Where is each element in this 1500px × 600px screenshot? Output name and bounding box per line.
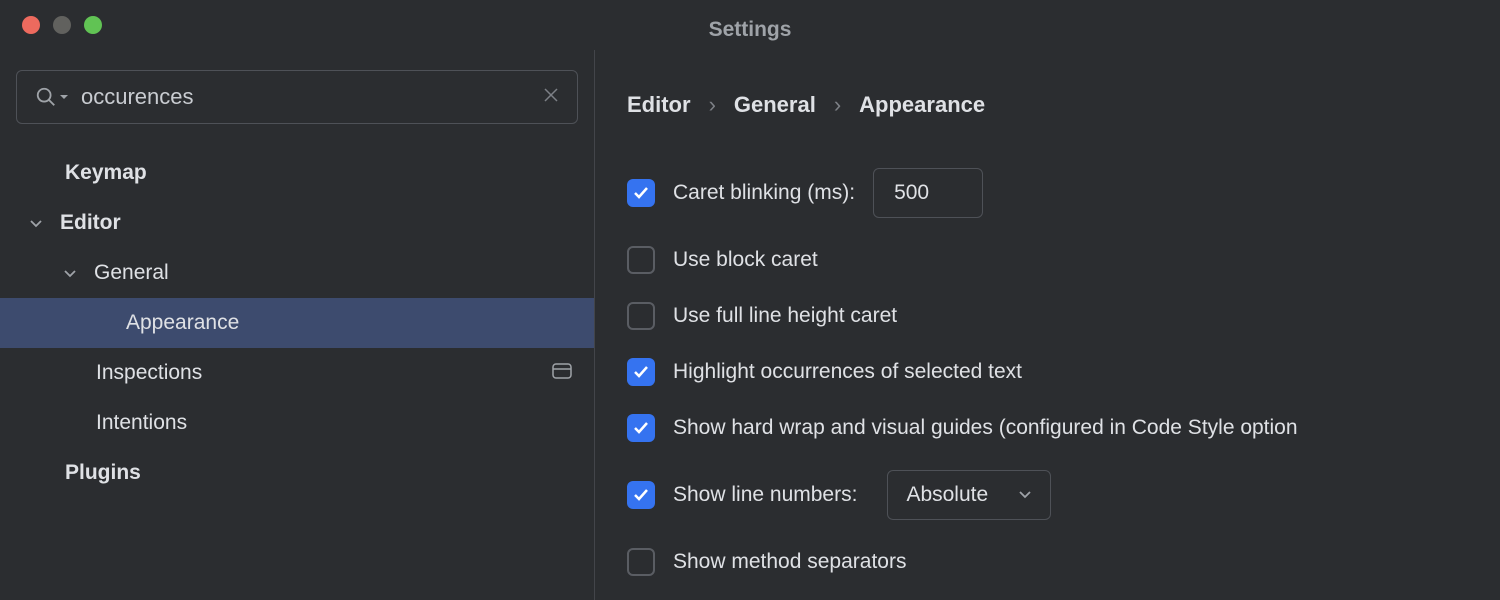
- chevron-right-icon: ›: [834, 92, 841, 118]
- breadcrumb: Editor › General › Appearance: [627, 92, 1500, 118]
- breadcrumb-appearance: Appearance: [859, 92, 985, 118]
- sidebar-item-appearance[interactable]: Appearance: [0, 298, 594, 348]
- chevron-down-icon: [62, 265, 78, 281]
- use-block-caret-label: Use block caret: [673, 248, 818, 272]
- show-method-separators-checkbox[interactable]: [627, 548, 655, 576]
- show-hard-wrap-label: Show hard wrap and visual guides (config…: [673, 416, 1298, 440]
- window-title: Settings: [709, 18, 792, 42]
- minimize-window-button[interactable]: [53, 16, 71, 34]
- settings-sidebar: Keymap Editor General Appear: [0, 50, 595, 600]
- settings-content: Editor › General › Appearance Caret blin…: [595, 50, 1500, 600]
- line-numbers-mode-value: Absolute: [906, 483, 988, 507]
- close-window-button[interactable]: [22, 16, 40, 34]
- use-full-line-caret-label: Use full line height caret: [673, 304, 897, 328]
- search-icon: [35, 86, 69, 108]
- show-line-numbers-label: Show line numbers:: [673, 483, 857, 507]
- use-block-caret-checkbox[interactable]: [627, 246, 655, 274]
- breadcrumb-editor[interactable]: Editor: [627, 92, 691, 118]
- sidebar-item-intentions[interactable]: Intentions: [0, 398, 594, 448]
- sidebar-item-inspections[interactable]: Inspections: [0, 348, 594, 398]
- search-input[interactable]: [81, 84, 543, 110]
- show-method-separators-label: Show method separators: [673, 550, 906, 574]
- sidebar-item-general[interactable]: General: [0, 248, 594, 298]
- window-controls[interactable]: [0, 16, 102, 34]
- highlight-occurrences-label: Highlight occurrences of selected text: [673, 360, 1022, 384]
- line-numbers-mode-select[interactable]: Absolute: [887, 470, 1051, 520]
- chevron-down-icon: [28, 215, 44, 231]
- sidebar-item-plugins[interactable]: Plugins: [0, 448, 594, 498]
- chevron-right-icon: ›: [709, 92, 716, 118]
- show-hard-wrap-checkbox[interactable]: [627, 414, 655, 442]
- show-line-numbers-checkbox[interactable]: [627, 481, 655, 509]
- maximize-window-button[interactable]: [84, 16, 102, 34]
- clear-search-icon[interactable]: [543, 86, 559, 109]
- settings-scope-icon: [552, 361, 572, 385]
- breadcrumb-general[interactable]: General: [734, 92, 816, 118]
- chevron-down-icon: [1018, 483, 1032, 507]
- sidebar-item-keymap[interactable]: Keymap: [0, 148, 594, 198]
- use-full-line-caret-checkbox[interactable]: [627, 302, 655, 330]
- caret-blinking-input[interactable]: [873, 168, 983, 218]
- caret-blinking-label: Caret blinking (ms):: [673, 181, 855, 205]
- caret-blinking-checkbox[interactable]: [627, 179, 655, 207]
- sidebar-item-editor[interactable]: Editor: [0, 198, 594, 248]
- highlight-occurrences-checkbox[interactable]: [627, 358, 655, 386]
- search-box[interactable]: [16, 70, 578, 124]
